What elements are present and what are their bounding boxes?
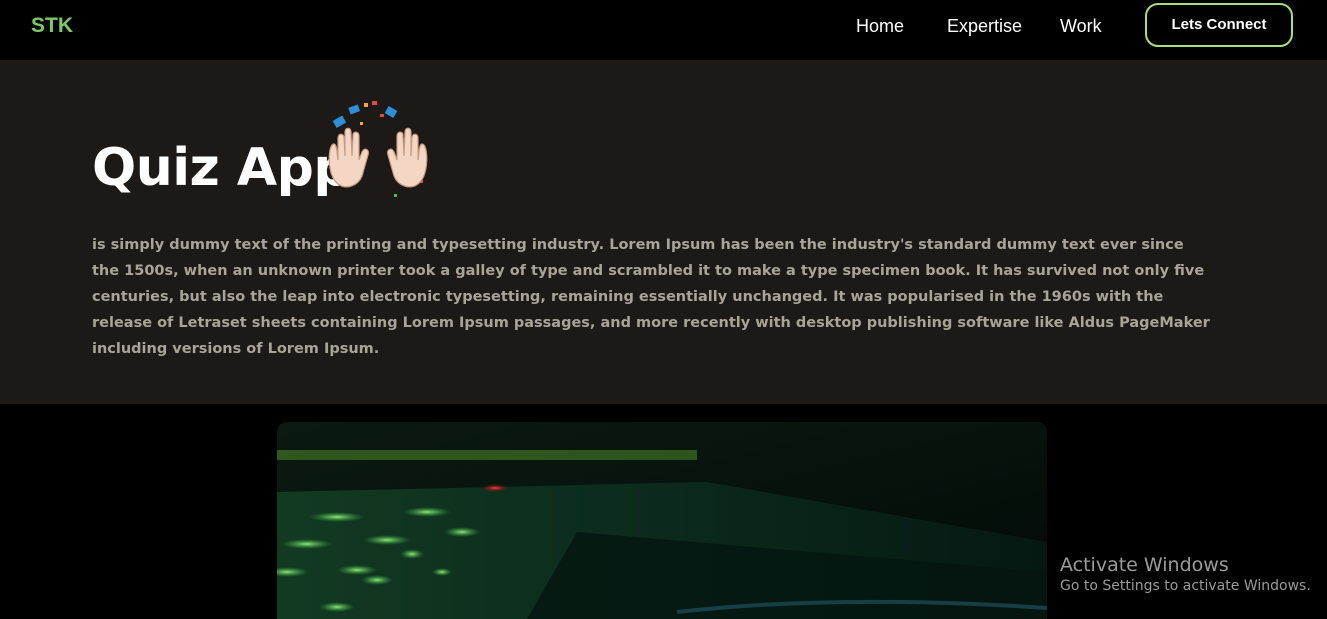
nav-link-home[interactable]: Home [856,16,904,37]
project-title: Quiz App [92,138,351,198]
project-hero: Quiz App is simply dummy text of the pri… [0,60,1327,404]
raising-hands-celebration-icon [328,101,428,197]
navbar: STK Home Expertise Work Lets Connect [0,0,1327,60]
brand-logo[interactable]: STK [31,14,73,38]
nav-link-expertise[interactable]: Expertise [947,16,1022,37]
windows-activation-watermark: Activate Windows Go to Settings to activ… [1060,554,1311,594]
lets-connect-button[interactable]: Lets Connect [1145,3,1293,47]
laptop-keyboard-image [277,422,1047,619]
nav-link-work[interactable]: Work [1060,16,1102,37]
watermark-subtitle: Go to Settings to activate Windows. [1060,578,1311,594]
project-image [277,422,1047,619]
project-description: is simply dummy text of the printing and… [92,237,1210,357]
watermark-title: Activate Windows [1060,554,1229,576]
